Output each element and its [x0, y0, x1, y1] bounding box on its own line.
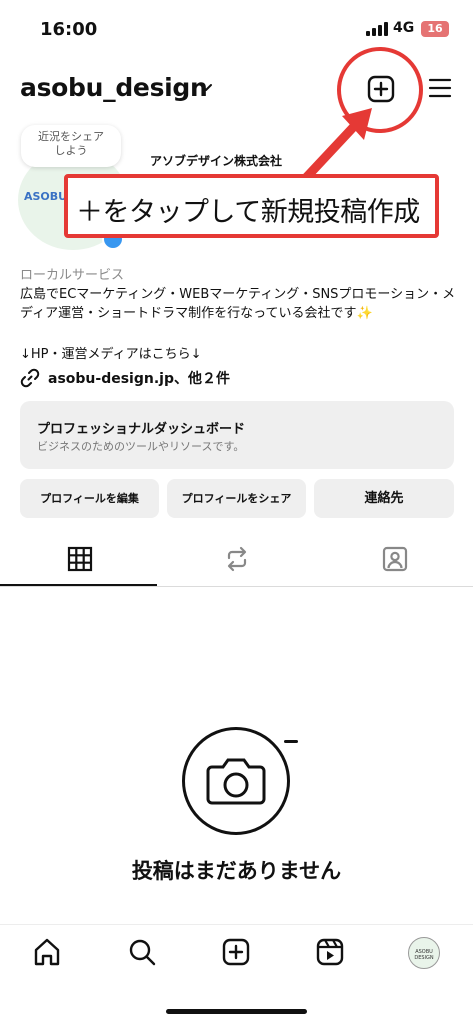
contact-button[interactable]: 連絡先 — [314, 479, 454, 518]
bio-link-caption: ↓HP・運営メディアはこちら↓ — [20, 347, 202, 362]
battery-icon: 16 — [421, 21, 449, 37]
home-indicator — [166, 1009, 307, 1014]
status-time: 16:00 — [40, 19, 98, 40]
dashboard-subtitle: ビジネスのためのツールやリソースです。 — [37, 440, 245, 453]
callout-text: ＋をタップして新規投稿作成 — [76, 197, 420, 228]
active-tab-indicator — [0, 584, 157, 586]
empty-state-camera — [182, 727, 290, 835]
camera-icon — [206, 758, 266, 805]
note-bubble[interactable]: 近況をシェア しよう — [21, 125, 121, 167]
bottom-navigation: ASOBU DESIGN — [0, 924, 473, 1024]
status-bar: 16:00 4G 16 — [0, 0, 473, 56]
annotation-callout: ＋をタップして新規投稿作成 — [64, 174, 439, 238]
link-text[interactable]: asobu-design.jp、他２件 — [48, 368, 230, 388]
chevron-down-icon[interactable] — [198, 79, 214, 95]
edit-profile-button[interactable]: プロフィールを編集 — [20, 479, 159, 518]
display-name: アソブデザイン株式会社 — [150, 154, 283, 168]
reposts-icon[interactable] — [223, 545, 251, 573]
signal-icon — [366, 22, 388, 36]
create-icon[interactable] — [221, 937, 251, 967]
dashboard-title: プロフェッショナルダッシュボード — [37, 422, 246, 437]
menu-icon[interactable] — [428, 76, 452, 100]
grid-icon[interactable] — [66, 545, 94, 573]
tagged-icon[interactable] — [381, 545, 409, 573]
reels-icon[interactable] — [315, 937, 345, 967]
profile-bio: 広島でECマーケティング・WEBマーケティング・SNSプロモーション・メディア運… — [20, 287, 456, 321]
link-icon — [20, 368, 40, 388]
share-profile-button[interactable]: プロフィールをシェア — [167, 479, 306, 518]
search-icon[interactable] — [127, 937, 157, 967]
network-type: 4G — [393, 20, 415, 36]
camera-flash-mark — [284, 740, 298, 743]
home-icon[interactable] — [32, 937, 62, 967]
battery-level: 16 — [427, 22, 443, 35]
profile-category: ローカルサービス — [20, 268, 125, 283]
avatar-logo-text: ASOBU — [24, 190, 68, 203]
professional-dashboard[interactable]: プロフェッショナルダッシュボード ビジネスのためのツールやリソースです。 — [20, 401, 454, 469]
content-tabs — [0, 535, 473, 587]
profile-avatar-nav[interactable]: ASOBU DESIGN — [408, 937, 440, 969]
profile-avatar-text: ASOBU DESIGN — [414, 949, 434, 961]
note-bubble-text: 近況をシェア しよう — [38, 130, 104, 157]
username-switcher[interactable]: asobu_design — [20, 73, 208, 102]
empty-state-text: 投稿はまだありません — [131, 859, 342, 883]
